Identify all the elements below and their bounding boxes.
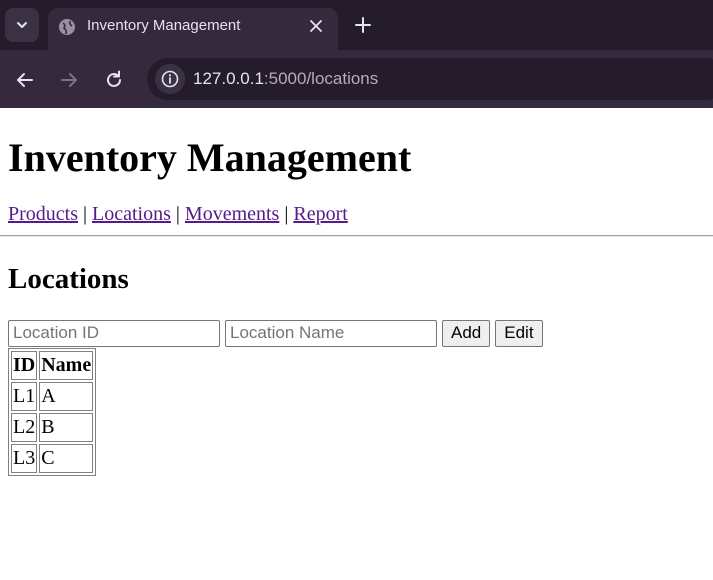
cell-name: C <box>39 444 94 473</box>
url-host: 127.0.0.1 <box>193 69 264 88</box>
url-path: :5000/locations <box>263 69 379 88</box>
location-form: Add Edit <box>8 319 705 347</box>
close-icon[interactable] <box>306 16 326 36</box>
info-icon <box>161 70 179 88</box>
location-name-input[interactable] <box>225 319 437 347</box>
back-arrow-icon[interactable] <box>14 69 36 91</box>
chevron-down-icon <box>17 22 27 28</box>
browser-chrome: Inventory Management 127.0.0.1:5000/loca… <box>0 0 713 108</box>
locations-table: ID Name L1 A L2 B L3 C <box>8 348 97 476</box>
section-title: Locations <box>8 263 129 295</box>
reload-icon[interactable] <box>103 69 125 91</box>
cell-name: A <box>39 382 94 411</box>
edit-button[interactable]: Edit <box>495 319 543 347</box>
cell-id: L3 <box>11 444 38 473</box>
browser-toolbar: 127.0.0.1:5000/locations <box>0 50 713 108</box>
main-nav: Products | Locations | Movements | Repor… <box>8 202 705 226</box>
tab-search-button[interactable] <box>5 8 39 42</box>
table-row: L1 A <box>11 382 94 411</box>
table-row: L2 B <box>11 413 94 442</box>
globe-icon <box>59 19 75 35</box>
page-content: Inventory Management Products | Location… <box>0 136 713 476</box>
nav-link-movements[interactable]: Movements <box>185 203 279 225</box>
tab-title: Inventory Management <box>87 17 241 34</box>
browser-tab[interactable]: Inventory Management <box>48 8 338 50</box>
table-header-row: ID Name <box>11 351 94 380</box>
new-tab-plus-icon[interactable] <box>352 14 374 36</box>
nav-separator: | <box>83 203 88 225</box>
nav-separator: | <box>175 203 180 225</box>
cell-id: L2 <box>11 413 38 442</box>
page-title: Inventory Management <box>8 135 412 180</box>
address-bar[interactable]: 127.0.0.1:5000/locations <box>147 58 713 100</box>
cell-name: B <box>39 413 94 442</box>
divider <box>0 235 713 237</box>
cell-id: L1 <box>11 382 38 411</box>
table-row: L3 C <box>11 444 94 473</box>
add-button[interactable]: Add <box>442 319 491 347</box>
url-text[interactable]: 127.0.0.1:5000/locations <box>193 69 378 89</box>
site-info-button[interactable] <box>155 64 185 94</box>
column-header-id: ID <box>11 351 38 380</box>
tab-strip: Inventory Management <box>0 0 713 50</box>
location-id-input[interactable] <box>8 319 220 347</box>
nav-link-products[interactable]: Products <box>8 203 78 225</box>
forward-arrow-icon[interactable] <box>58 69 80 91</box>
nav-separator: | <box>284 203 289 225</box>
nav-link-report[interactable]: Report <box>293 203 347 225</box>
column-header-name: Name <box>39 351 94 380</box>
nav-link-locations[interactable]: Locations <box>92 203 171 225</box>
